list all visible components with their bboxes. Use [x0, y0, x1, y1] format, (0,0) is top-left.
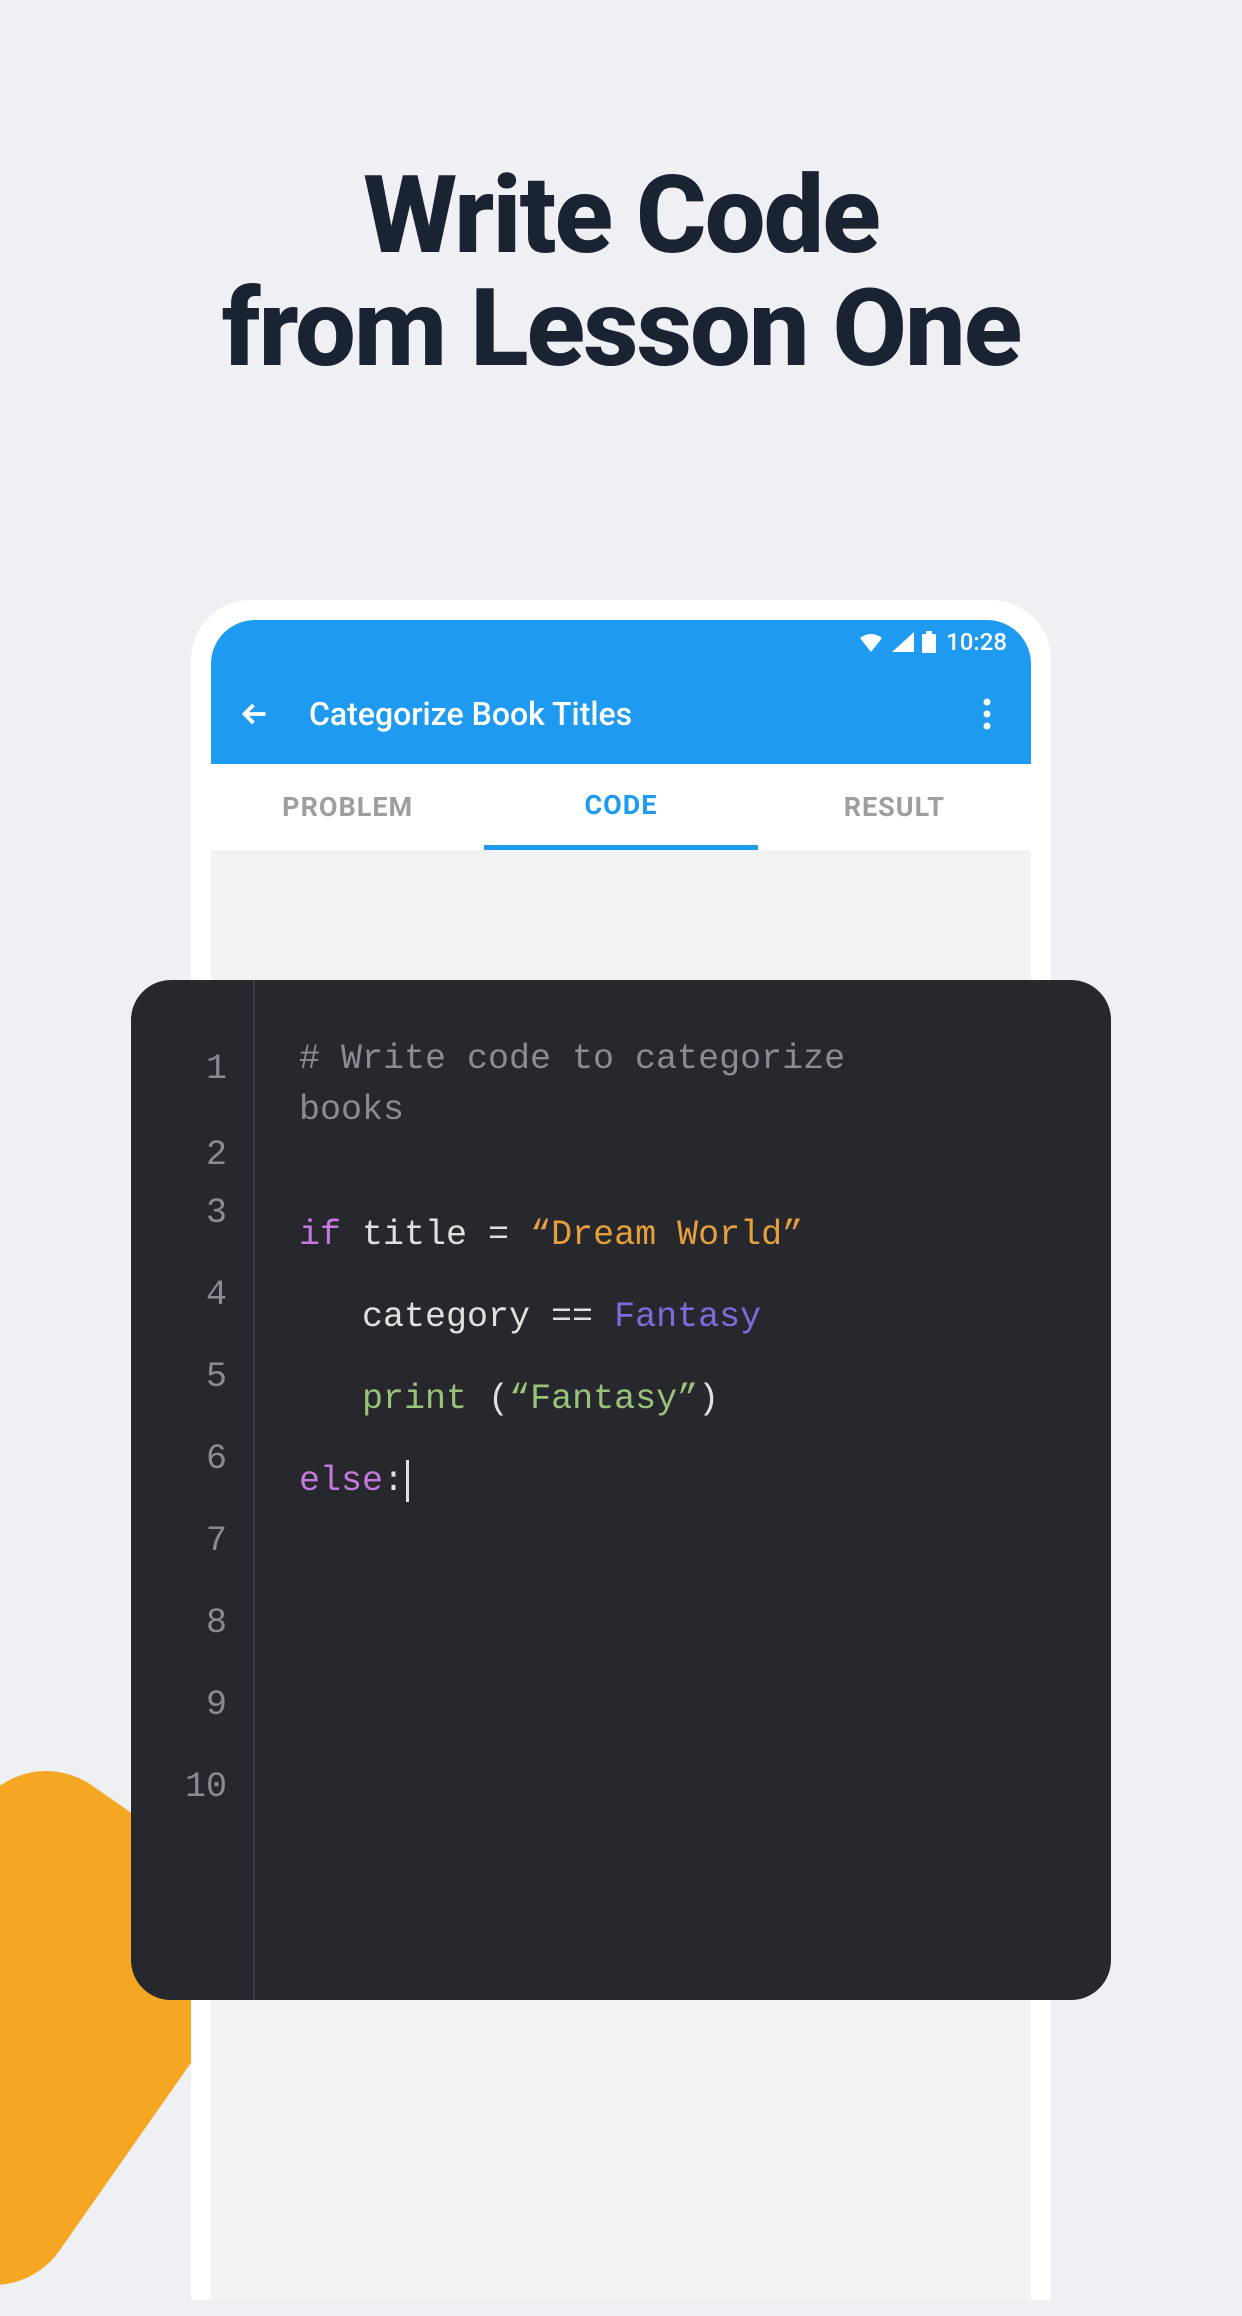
line-number: 3 [131, 1172, 253, 1254]
string-literal: “Dream World” [509, 1215, 803, 1255]
value: Fantasy [593, 1297, 761, 1337]
variable: category [362, 1297, 551, 1337]
headline: Write Code from Lesson One [0, 0, 1242, 387]
paren: ) [698, 1379, 719, 1419]
line-number-gutter: 1 2 3 4 5 6 7 8 9 10 [131, 980, 255, 2000]
keyword: else [299, 1461, 383, 1501]
wifi-icon [858, 632, 884, 652]
operator: = [488, 1215, 509, 1255]
code-line: category == Fantasy [299, 1276, 1111, 1358]
keyword: if [299, 1215, 341, 1255]
code-line: else: [299, 1440, 1111, 1522]
app-bar: Categorize Book Titles [211, 664, 1031, 764]
code-line: print (“Fantasy”) [299, 1358, 1111, 1440]
comment-text: # Write code to categorize [299, 1039, 845, 1079]
code-line: books [299, 1090, 1111, 1152]
more-vertical-icon [983, 698, 991, 730]
line-number: 4 [131, 1254, 253, 1336]
comment-text: books [299, 1090, 404, 1130]
line-number: 7 [131, 1500, 253, 1582]
colon: : [383, 1461, 404, 1501]
status-time: 10:28 [946, 628, 1007, 656]
line-number: 2 [131, 1110, 253, 1172]
operator: == [551, 1297, 593, 1337]
line-number: 9 [131, 1664, 253, 1746]
tabs: PROBLEM CODE RESULT [211, 764, 1031, 850]
line-number: 6 [131, 1418, 253, 1500]
tab-result[interactable]: RESULT [758, 764, 1031, 850]
code-line: # Write code to categorize [299, 1028, 1111, 1090]
string-literal: “Fantasy” [509, 1379, 698, 1419]
variable: title [341, 1215, 488, 1255]
battery-icon [922, 631, 936, 653]
text-cursor [406, 1460, 409, 1502]
back-button[interactable] [235, 694, 275, 734]
code-editor[interactable]: 1 2 3 4 5 6 7 8 9 10 # Write code to cat… [131, 980, 1111, 2000]
line-number: 1 [131, 1028, 253, 1110]
function-name: print [362, 1379, 467, 1419]
paren: ( [467, 1379, 509, 1419]
tab-problem[interactable]: PROBLEM [211, 764, 484, 850]
line-number: 8 [131, 1582, 253, 1664]
line-number: 5 [131, 1336, 253, 1418]
arrow-left-icon [237, 696, 273, 732]
code-line: if title = “Dream World” [299, 1194, 1111, 1276]
indent [299, 1379, 362, 1419]
more-button[interactable] [967, 694, 1007, 734]
status-icons [858, 631, 936, 653]
headline-line-1: Write Code [0, 160, 1242, 273]
indent [299, 1297, 362, 1337]
headline-line-2: from Lesson One [0, 273, 1242, 386]
code-area[interactable]: # Write code to categorize books if titl… [255, 980, 1111, 2000]
app-bar-title: Categorize Book Titles [309, 695, 967, 733]
signal-icon [892, 632, 914, 652]
line-number: 10 [131, 1746, 253, 1828]
status-bar: 10:28 [211, 620, 1031, 664]
code-line [299, 1152, 1111, 1194]
tab-code[interactable]: CODE [484, 764, 757, 850]
